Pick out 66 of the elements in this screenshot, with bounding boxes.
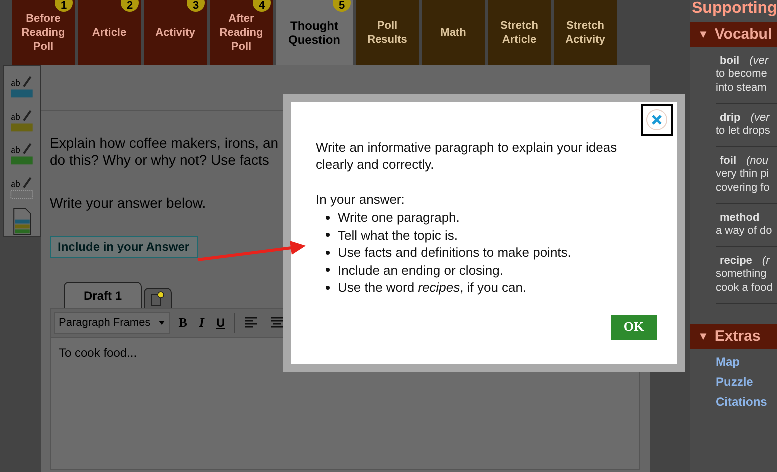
bullet-icon: [326, 216, 330, 220]
part-of-speech: (r: [762, 255, 770, 267]
step-badge: 2: [121, 0, 139, 12]
bullet-icon: [326, 286, 330, 290]
bullet-icon: [326, 250, 330, 255]
toggle-arrow: ▼: [698, 28, 709, 40]
bullet-icon: [326, 268, 330, 272]
vocab-word: drip: [720, 112, 741, 124]
step-badge: 3: [187, 0, 205, 12]
lesson-tab[interactable]: Stretch Article: [488, 0, 551, 65]
vocab-word: method: [720, 212, 760, 224]
checklist-item: Tell what the topic is.: [338, 226, 458, 244]
part-of-speech: (ver: [750, 112, 770, 124]
checklist-item: Include an ending or closing.: [338, 262, 504, 279]
sticky-note-icon: [151, 290, 165, 306]
question-text: do this? Why or why not? Use facts: [50, 152, 270, 169]
checklist-item: Use the word recipes, if you can.: [338, 279, 527, 296]
part-of-speech: (ver: [750, 55, 769, 67]
list-heading: In your answer:: [316, 192, 406, 207]
vocab-definition: something cook a food: [716, 267, 774, 295]
lesson-tab[interactable]: Activity 3: [144, 0, 207, 65]
vocabulary-header[interactable]: ▼ Vocabul: [690, 22, 777, 47]
step-badge: 5: [333, 0, 351, 12]
bullet-icon: [326, 233, 330, 238]
vocab-word: boil: [720, 55, 740, 67]
instruction-text: Write your answer below.: [50, 195, 206, 211]
note-tab[interactable]: [144, 288, 172, 308]
toggle-arrow: ▼: [698, 330, 709, 342]
bold-button[interactable]: B: [176, 315, 190, 331]
draft-tab[interactable]: Draft 1: [64, 282, 142, 308]
caret-icon: [158, 321, 165, 325]
vocab-definition: very thin pi covering fo: [716, 167, 771, 195]
lesson-tab[interactable]: Before Reading Poll 1: [12, 0, 75, 65]
close-button[interactable]: [641, 104, 673, 136]
step-badge: 4: [253, 0, 271, 12]
format-dropdown[interactable]: Paragraph Frames: [54, 312, 170, 334]
step-badge: 1: [55, 0, 73, 12]
include-answer-button[interactable]: Include in your Answer: [50, 236, 198, 258]
ok-button[interactable]: OK: [611, 314, 657, 340]
lesson-tab[interactable]: Article 2: [78, 0, 141, 65]
extras-link[interactable]: Citations: [716, 395, 777, 409]
underline-button[interactable]: U: [213, 316, 228, 330]
extras-link[interactable]: Puzzle: [716, 375, 777, 389]
answer-text: To cook food...: [59, 346, 138, 360]
vocab-definition: a way of do: [716, 224, 774, 238]
vocab-definition: to let drops: [716, 124, 772, 138]
instruction-text: Write an informative paragraph to explain your ideas clearly and correctly.: [316, 139, 618, 173]
lesson-tab[interactable]: Poll Results: [356, 0, 419, 65]
checklist-item: Write one paragraph.: [338, 209, 460, 226]
sidebar-heading: Supporting: [691, 0, 777, 19]
close-icon: [645, 108, 669, 132]
lesson-tab[interactable]: Stretch Activity: [554, 0, 617, 65]
vocab-definition: to become into steam: [716, 67, 768, 95]
vocab-word: foil: [720, 155, 736, 167]
lesson-tab[interactable]: Thought Question 5: [276, 0, 353, 65]
part-of-speech: (nou: [746, 155, 769, 167]
italic-button[interactable]: I: [196, 315, 208, 331]
extras-header[interactable]: ▼ Extras: [690, 324, 777, 349]
section-title: Vocabul: [714, 26, 772, 43]
lesson-tab[interactable]: Math: [422, 0, 485, 65]
question-text: Explain how coffee makers, irons, an: [50, 135, 279, 152]
checklist-item: Use facts and definitions to make points.: [338, 244, 572, 262]
section-title: Extras: [714, 328, 761, 345]
lesson-tab[interactable]: After Reading Poll 4: [210, 0, 273, 65]
vocab-word: recipe: [720, 255, 752, 267]
extras-link[interactable]: Map: [716, 355, 777, 369]
